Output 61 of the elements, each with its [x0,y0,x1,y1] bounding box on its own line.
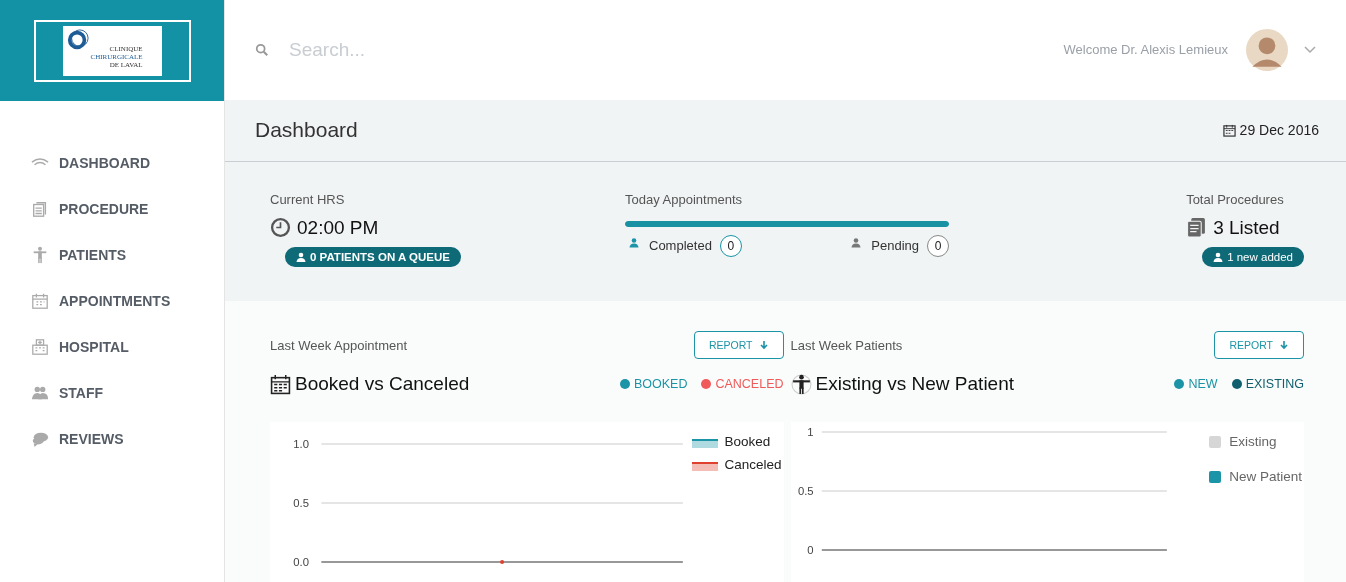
panel-subtitle: Last Week Patients [790,337,903,353]
report-button[interactable]: REPORT [693,331,784,359]
chart-title: Booked vs Canceled [295,373,471,395]
count-label: Pending [871,238,919,254]
axis-label: 0.5 [797,485,814,497]
arrow-down-icon [1279,340,1289,350]
calendar-icon [31,291,49,310]
sidebar-item[interactable]: PATIENTS [0,243,224,266]
sidebar-item[interactable]: DASHBOARD [0,151,224,174]
clock-icon [270,217,291,239]
count-bubble: 0 [719,234,742,257]
legend-label: Booked [724,434,771,449]
person-icon [790,373,812,395]
legend-label: Canceled [724,457,782,472]
stat-label: Total Procedures [1186,191,1285,207]
page-title: Dashboard [255,118,359,143]
person-icon [31,245,49,264]
sidebar-item[interactable]: REVIEWS [0,427,224,450]
sidebar-item[interactable]: STAFF [0,381,224,404]
chart-title: Existing vs New Patient [815,373,1016,395]
calendar-icon [1222,123,1236,137]
axis-label: 0.5 [293,497,310,509]
new-badge: 1 new added [1202,246,1304,267]
legend-label: Existing [1229,434,1277,449]
sidebar-item[interactable]: APPOINTMENTS [0,289,224,312]
queue-badge: 0 PATIENTS ON A QUEUE [285,246,461,267]
sidebar-item[interactable]: HOSPITAL [0,335,224,358]
avatar[interactable] [1246,28,1288,71]
legend-label: New Patient [1229,469,1302,484]
data-point [500,560,505,564]
legend-swatch [1209,470,1222,483]
date-text: 29 Dec 2016 [1239,122,1319,139]
axis-label: 0 [806,544,814,556]
calendar-icon [270,373,291,395]
axis-label: 1 [806,426,814,438]
legend-swatch [1209,435,1222,448]
legend-label: NEW [1188,377,1218,391]
axis-label: 1.0 [293,438,310,450]
arrow-down-icon [758,340,769,350]
person-icon [851,237,862,249]
document-icon [1186,217,1208,239]
hospital-icon [31,337,49,356]
count-label: Completed [649,238,712,254]
welcome-text: Welcome Dr. Alexis Lemieux [1063,42,1228,58]
person-icon [629,237,639,249]
document-icon [31,199,49,218]
sidebar-item[interactable]: PROCEDURE [0,197,224,220]
stat-label: Current HRS [270,191,346,207]
legend-label: BOOKED [633,377,688,391]
stat-value: 02:00 PM [297,216,379,239]
legend-label: EXISTING [1245,377,1304,391]
legend-label: CANCELED [715,377,784,391]
stat-label: Today Appointments [625,191,744,207]
caret-icon[interactable] [1304,45,1316,54]
search-icon [255,42,269,57]
axis-label: 0.0 [293,556,310,568]
stat-value: 3 Listed [1213,216,1280,239]
count-bubble: 0 [927,234,949,257]
report-button[interactable]: REPORT [1214,331,1304,359]
panel-subtitle: Last Week Appointment [270,337,408,353]
ring-logo-icon [66,28,89,51]
